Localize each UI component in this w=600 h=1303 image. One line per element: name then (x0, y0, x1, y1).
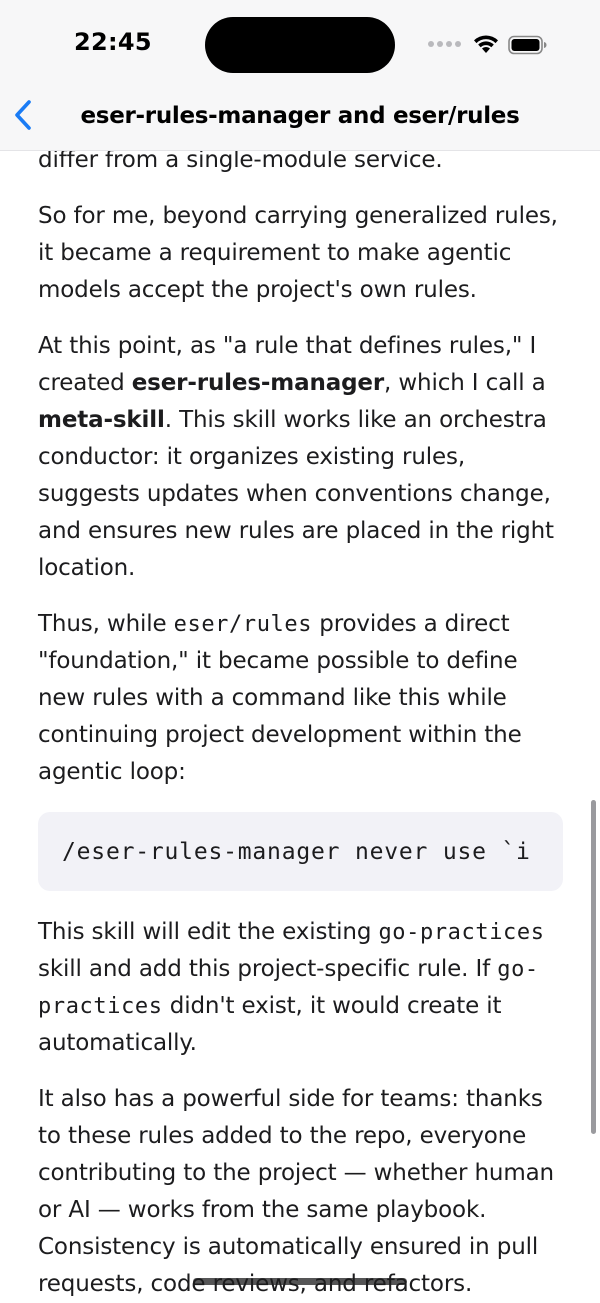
paragraph-text: So for me, beyond carrying generalized r… (38, 203, 558, 303)
wifi-icon (474, 35, 498, 53)
article-paragraph: It also has a powerful side for teams: t… (38, 1081, 568, 1303)
status-indicators (428, 33, 578, 57)
code-block-text: /eser-rules-manager never use `i (62, 839, 531, 865)
page-title: eser-rules-manager and eser/rules (80, 103, 520, 129)
bold-term: meta-skill (38, 407, 165, 433)
dynamic-island (205, 17, 395, 73)
article-paragraph: So for me, beyond carrying generalized r… (38, 198, 568, 309)
inline-code: eser/rules (173, 612, 313, 637)
article-paragraph: At this point, as "a rule that defines r… (38, 328, 568, 587)
cellular-signal-icon (428, 41, 462, 49)
chevron-left-icon[interactable] (12, 98, 34, 132)
battery-icon (508, 35, 547, 55)
article-paragraph: This skill will edit the existing go-pra… (38, 914, 568, 1062)
paragraph-text: provides a direct "foundation," it becam… (38, 611, 522, 785)
home-indicator[interactable] (193, 1278, 407, 1285)
scroll-indicator[interactable] (591, 800, 596, 1134)
inline-code: go-practices (378, 920, 545, 945)
paragraph-text: Thus, while (38, 611, 174, 637)
paragraph-text: skill and add this project-specific rule… (38, 956, 498, 982)
status-time: 22:45 (74, 28, 152, 56)
paragraph-text: , which I call a (384, 370, 546, 396)
paragraph-text: This skill will edit the existing (38, 919, 379, 945)
article-paragraph: Thus, while eser/rules provides a direct… (38, 606, 568, 791)
paragraph-text: It also has a powerful side for teams: t… (38, 1086, 554, 1297)
code-block[interactable]: /eser-rules-manager never use `i (38, 812, 563, 891)
paragraph-text: . This skill works like an orchestra con… (38, 407, 554, 581)
bold-term: eser-rules-manager (131, 370, 385, 396)
top-bar: 22:45 eser-rules-manager and eser/rules (0, 0, 600, 151)
